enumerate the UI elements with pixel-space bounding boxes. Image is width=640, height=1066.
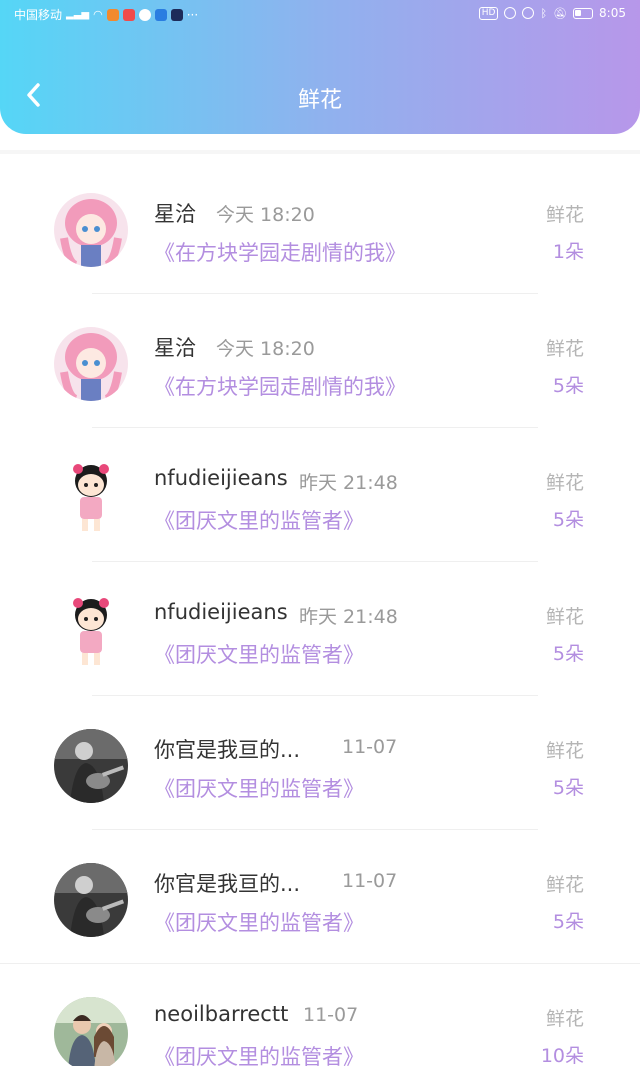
wifi-icon: ◠ [93, 8, 103, 21]
app-notification-icon [138, 8, 151, 21]
list-item[interactable]: neoilbarrectt 11-07 《团厌文里的监管者》 鲜花 10朵 [0, 964, 640, 1066]
avatar[interactable] [54, 863, 128, 937]
book-title-link[interactable]: 《团厌文里的监管者》 [154, 773, 364, 803]
clock-time: 8:05 [599, 6, 626, 20]
timestamp: 11-07 [342, 870, 398, 892]
signal-icon: ▂▃▅ [66, 9, 90, 20]
user-name[interactable]: 你官是我亘的... [154, 734, 300, 764]
alarm-icon [522, 7, 535, 19]
timestamp: 今天 18:20 [216, 338, 315, 360]
list-item[interactable]: 你官是我亘的... 11-07 《团厌文里的监管者》 鲜花 5朵 [0, 830, 640, 964]
app-notification-icon [170, 8, 183, 21]
book-title-link[interactable]: 《在方块学园走剧情的我》 [154, 237, 406, 267]
app-notification-icon [122, 8, 135, 21]
gift-type-label: 鲜花 [545, 874, 584, 896]
anime-avatar-icon [54, 193, 128, 267]
list-item[interactable]: nfudieijieans 昨天 21:48 《团厌文里的监管者》 鲜花 5朵 [0, 562, 640, 696]
avatar[interactable] [54, 461, 128, 535]
user-name[interactable]: neoilbarrectt [154, 1002, 288, 1026]
book-title-link[interactable]: 《团厌文里的监管者》 [154, 505, 364, 535]
hd-badge: HD [478, 6, 499, 20]
gift-count: 5朵 [552, 643, 584, 665]
user-name[interactable]: 你官是我亘的... [154, 868, 300, 898]
more-notifications-icon: ··· [186, 7, 199, 22]
section-divider [0, 150, 640, 154]
book-title-link[interactable]: 《在方块学园走剧情的我》 [154, 371, 406, 401]
list-item[interactable]: 星洽 今天 18:20 《在方块学园走剧情的我》 鲜花 1朵 [0, 160, 640, 294]
header-bar: 中国移动 ▂▃▅ ◠ ··· HD ᛒ 🔕︎ 8:05 鲜花 [0, 0, 640, 134]
gift-type-label: 鲜花 [545, 606, 584, 628]
list-item[interactable]: 星洽 今天 18:20 《在方块学园走剧情的我》 鲜花 5朵 [0, 294, 640, 428]
gift-count: 5朵 [552, 375, 584, 397]
avatar[interactable] [54, 997, 128, 1066]
gift-type-label: 鲜花 [545, 740, 584, 762]
anime-avatar-icon [54, 327, 128, 401]
book-title-link[interactable]: 《团厌文里的监管者》 [154, 639, 364, 669]
gift-type-label: 鲜花 [545, 204, 584, 226]
gift-type-label: 鲜花 [545, 472, 584, 494]
avatar[interactable] [54, 595, 128, 669]
cartoon-girl-icon [54, 595, 128, 669]
timestamp: 昨天 21:48 [299, 472, 398, 494]
status-left: 中国移动 ▂▃▅ ◠ ··· [14, 6, 198, 23]
avatar[interactable] [54, 729, 128, 803]
status-right: HD ᛒ 🔕︎ 8:05 [478, 6, 626, 20]
avatar[interactable] [54, 327, 128, 401]
timestamp: 11-07 [342, 736, 398, 758]
gift-type-label: 鲜花 [545, 1008, 584, 1030]
bluetooth-icon: ᛒ [540, 6, 548, 20]
user-name[interactable]: 星洽 [154, 198, 196, 228]
couple-photo-icon [54, 997, 128, 1066]
data-icon [504, 7, 517, 19]
flower-record-list: 星洽 今天 18:20 《在方块学园走剧情的我》 鲜花 1朵 星洽 今天 18:… [0, 160, 640, 1066]
timestamp: 今天 18:20 [216, 204, 315, 226]
gift-count: 1朵 [552, 241, 584, 263]
gift-type-label: 鲜花 [545, 338, 584, 360]
book-title-link[interactable]: 《团厌文里的监管者》 [154, 1041, 364, 1066]
gift-count: 5朵 [552, 911, 584, 933]
app-notification-icon [106, 8, 119, 21]
guitar-photo-icon [54, 863, 128, 937]
status-bar: 中国移动 ▂▃▅ ◠ ··· HD ᛒ 🔕︎ 8:05 [0, 0, 640, 28]
timestamp: 昨天 21:48 [299, 606, 398, 628]
gift-count: 5朵 [552, 509, 584, 531]
carrier-name: 中国移动 [14, 8, 63, 22]
cartoon-girl-icon [54, 461, 128, 535]
user-name[interactable]: nfudieijieans [154, 600, 288, 624]
list-item[interactable]: 你官是我亘的... 11-07 《团厌文里的监管者》 鲜花 5朵 [0, 696, 640, 830]
mute-icon: 🔕︎ [553, 6, 568, 20]
user-name[interactable]: nfudieijieans [154, 466, 288, 490]
gift-count: 10朵 [540, 1045, 584, 1066]
user-name[interactable]: 星洽 [154, 332, 196, 362]
book-title-link[interactable]: 《团厌文里的监管者》 [154, 907, 364, 937]
gift-count: 5朵 [552, 777, 584, 799]
list-item[interactable]: nfudieijieans 昨天 21:48 《团厌文里的监管者》 鲜花 5朵 [0, 428, 640, 562]
battery-icon [573, 7, 594, 19]
guitar-photo-icon [54, 729, 128, 803]
page-title: 鲜花 [297, 88, 342, 113]
timestamp: 11-07 [303, 1004, 359, 1026]
avatar[interactable] [54, 193, 128, 267]
app-notification-icon [154, 8, 167, 21]
